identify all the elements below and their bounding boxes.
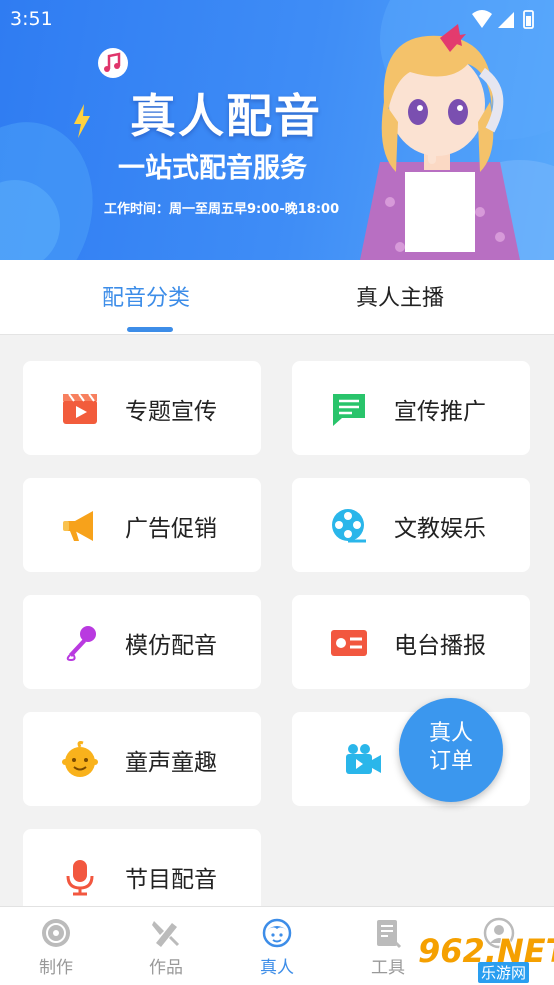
anime-girl-illustration [360,24,520,260]
wifi-icon [472,10,492,28]
megaphone-icon [63,511,93,541]
signal-icon [498,12,514,28]
nav-label: 真人 [260,958,294,978]
category-label: 专题宣传 [125,399,217,425]
category-label: 童声童趣 [125,750,217,776]
nav-item-live[interactable]: 真人 [222,907,332,985]
program-mic-icon [66,860,94,896]
category-card-ad-sales[interactable]: 广告促销 [23,478,261,572]
person-icon [262,918,292,948]
works-icon [152,921,180,947]
tab-voice-actors[interactable]: 真人主播 [356,280,444,312]
header-banner: 真人配音 一站式配音服务 工作时间：周一至周五早9:00-晚18:00 [0,0,554,260]
category-card-imitation[interactable]: 模仿配音 [23,595,261,689]
category-label: 模仿配音 [125,633,217,659]
work-time: 工作时间：周一至周五早9:00-晚18:00 [104,202,340,217]
video-clapper-icon [63,393,97,424]
category-label: 电台播报 [394,633,486,659]
child-face-icon [62,741,98,777]
category-tabs: 配音分类 真人主播 [0,260,554,335]
active-tab-indicator [127,327,173,332]
category-card-edu-entertainment[interactable]: 文教娱乐 [292,478,530,572]
nav-item-works[interactable]: 作品 [111,907,221,985]
category-card-promotion[interactable]: 宣传推广 [292,361,530,455]
watermark-sub: 乐游网 [478,962,530,983]
disc-icon [42,919,70,947]
nav-item-make[interactable]: 制作 [1,907,111,985]
site-watermark: 962.NET 乐游网 [418,932,554,983]
message-icon [333,394,365,426]
banner-subtitle: 一站式配音服务 [118,153,307,184]
tab-voice-categories[interactable]: 配音分类 [102,280,190,312]
fab-line-2: 订单 [428,749,473,774]
lightning-icon [74,104,90,138]
fab-line-1: 真人 [428,721,473,746]
banner-title: 真人配音 [130,89,322,143]
category-label: 节目配音 [125,867,217,893]
category-card-program[interactable]: 节目配音 [23,829,261,906]
status-time: 3:51 [10,8,53,30]
film-reel-icon [332,509,366,543]
category-card-radio[interactable]: 电台播报 [292,595,530,689]
video-camera-icon [346,744,381,774]
tools-icon [377,920,402,949]
category-label: 文教娱乐 [394,516,486,542]
category-card-child-voice[interactable]: 童声童趣 [23,712,261,806]
category-label: 广告促销 [125,516,217,542]
radio-card-icon [331,630,367,656]
music-note-icon [98,48,128,78]
live-order-fab[interactable]: 真人 订单 [399,698,503,802]
nav-label: 作品 [149,958,183,978]
status-icons [472,10,534,29]
nav-label: 制作 [39,958,73,978]
status-bar: 3:51 [0,0,554,38]
category-card-topic-promo[interactable]: 专题宣传 [23,361,261,455]
microphone-icon [66,626,96,662]
category-label: 宣传推广 [394,399,486,425]
